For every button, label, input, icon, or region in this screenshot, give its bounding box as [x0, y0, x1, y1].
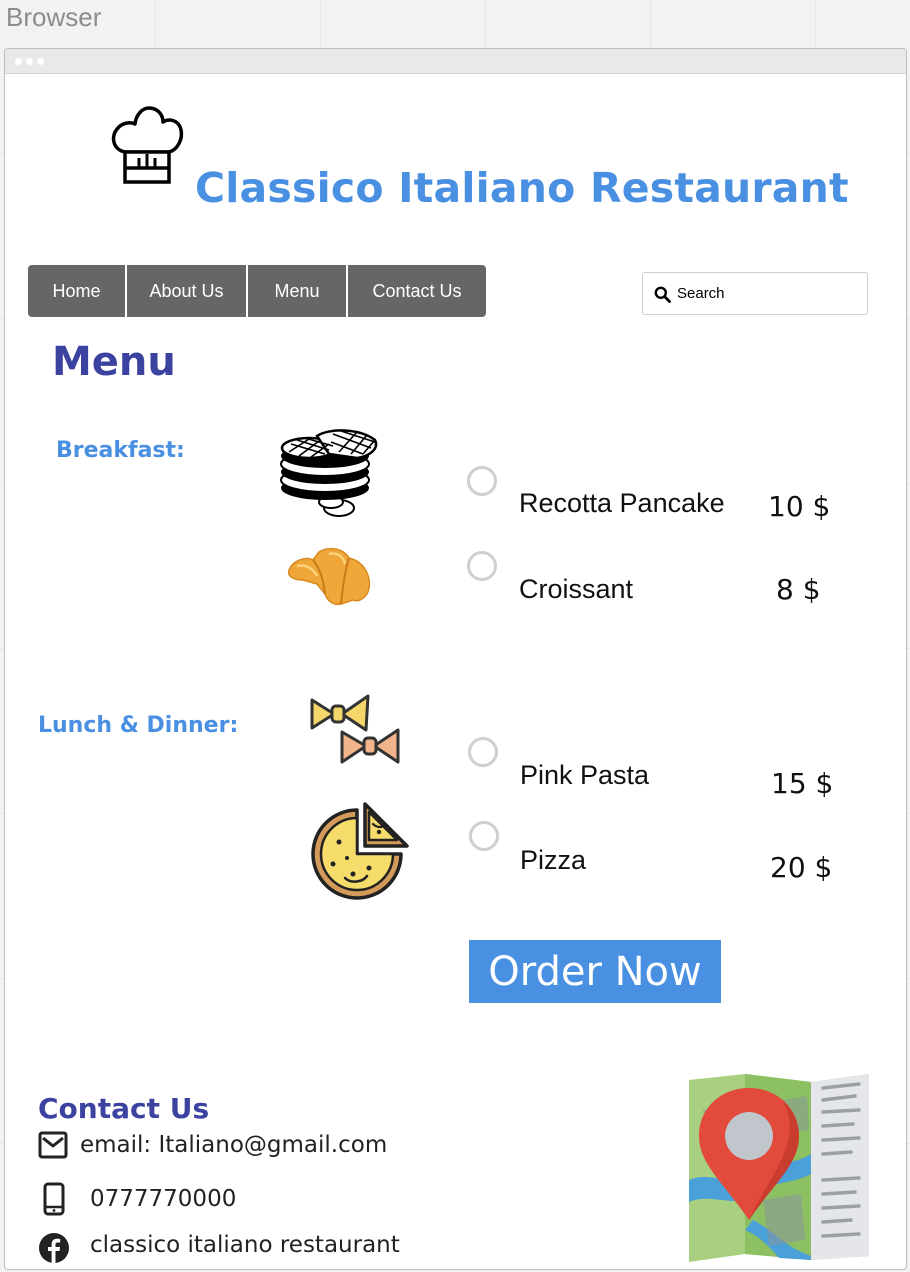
window-dot [37, 58, 44, 65]
category-lunch-dinner: Lunch & Dinner: [38, 713, 239, 738]
contact-facebook[interactable]: classico italiano restaurant [90, 1232, 400, 1258]
chef-hat-icon [111, 106, 184, 184]
item-name-recotta-pancake: Recotta Pancake [519, 488, 725, 518]
site-title: Classico Italiano Restaurant [195, 164, 849, 212]
item-price-pizza: 20 $ [770, 851, 833, 884]
pancake-icon [280, 429, 378, 517]
menu-heading: Menu [52, 339, 176, 385]
order-now-button[interactable]: Order Now [469, 940, 721, 1003]
window-dot [15, 58, 22, 65]
item-name-pink-pasta: Pink Pasta [520, 760, 650, 790]
item-price-pink-pasta: 15 $ [771, 767, 834, 800]
browser-window: Classico Italiano Restaurant Home About … [4, 48, 907, 1270]
page-content: Classico Italiano Restaurant Home About … [5, 74, 906, 1269]
search-input[interactable] [677, 282, 857, 304]
contact-heading: Contact Us [38, 1092, 210, 1125]
category-breakfast: Breakfast: [56, 438, 185, 463]
radio-recotta-pancake[interactable] [467, 466, 497, 496]
canvas-label: Browser [6, 2, 102, 32]
contact-email: email: Italiano@gmail.com [80, 1132, 388, 1158]
radio-pizza[interactable] [469, 821, 499, 851]
facebook-icon [39, 1233, 69, 1263]
nav-menu[interactable]: Menu [248, 265, 348, 317]
search-box [642, 272, 868, 315]
nav-home[interactable]: Home [28, 265, 127, 317]
item-name-pizza: Pizza [520, 845, 587, 875]
nav-about-us[interactable]: About Us [127, 265, 248, 317]
item-price-croissant: 8 $ [776, 573, 821, 606]
map-icon[interactable] [683, 1070, 873, 1264]
main-nav: Home About Us Menu Contact Us [28, 265, 486, 317]
email-icon [38, 1131, 68, 1159]
contact-phone: 0777770000 [90, 1186, 237, 1212]
window-dot [26, 58, 33, 65]
nav-contact-us[interactable]: Contact Us [348, 265, 486, 317]
radio-pink-pasta[interactable] [468, 737, 498, 767]
pasta-icon [310, 694, 400, 764]
radio-croissant[interactable] [467, 551, 497, 581]
phone-icon [43, 1182, 65, 1216]
croissant-icon [287, 547, 371, 606]
pizza-icon [311, 802, 409, 900]
search-icon [654, 286, 671, 303]
item-price-recotta-pancake: 10 $ [768, 490, 831, 523]
window-titlebar [5, 49, 906, 74]
item-name-croissant: Croissant [519, 574, 634, 604]
